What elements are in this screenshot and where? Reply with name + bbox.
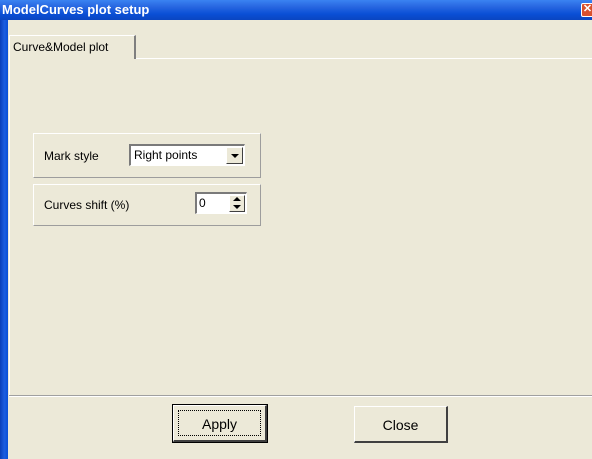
- tab-curve-model-plot[interactable]: Curve&Model plot: [9, 35, 136, 59]
- title-bar[interactable]: ModelCurves plot setup ✕: [0, 0, 592, 20]
- window-close-button[interactable]: ✕: [581, 3, 592, 17]
- close-button-label: Close: [382, 417, 419, 433]
- apply-button[interactable]: Apply: [172, 404, 268, 443]
- curves-shift-stepper[interactable]: 0: [195, 192, 247, 214]
- mark-style-label: Mark style: [44, 149, 99, 163]
- tab-panel-top-border: [136, 58, 592, 59]
- bottom-separator-highlight: [9, 396, 592, 397]
- mark-style-select[interactable]: Right points: [129, 144, 245, 166]
- chevron-down-icon: [231, 154, 239, 158]
- apply-button-label: Apply: [201, 416, 238, 432]
- close-icon: ✕: [582, 3, 592, 15]
- curves-shift-spin-buttons[interactable]: [229, 195, 245, 212]
- triangle-up-icon[interactable]: [233, 197, 241, 202]
- triangle-down-icon[interactable]: [233, 205, 241, 210]
- curves-shift-value[interactable]: 0: [199, 196, 206, 210]
- tab-panel-border: [9, 59, 10, 395]
- close-button[interactable]: Close: [354, 406, 448, 443]
- mark-style-dropdown-button[interactable]: [226, 147, 243, 164]
- window-left-border: [0, 20, 8, 459]
- window-title: ModelCurves plot setup: [2, 2, 150, 17]
- curves-shift-label: Curves shift (%): [44, 198, 130, 212]
- tab-label: Curve&Model plot: [13, 40, 109, 54]
- mark-style-value: Right points: [134, 148, 198, 162]
